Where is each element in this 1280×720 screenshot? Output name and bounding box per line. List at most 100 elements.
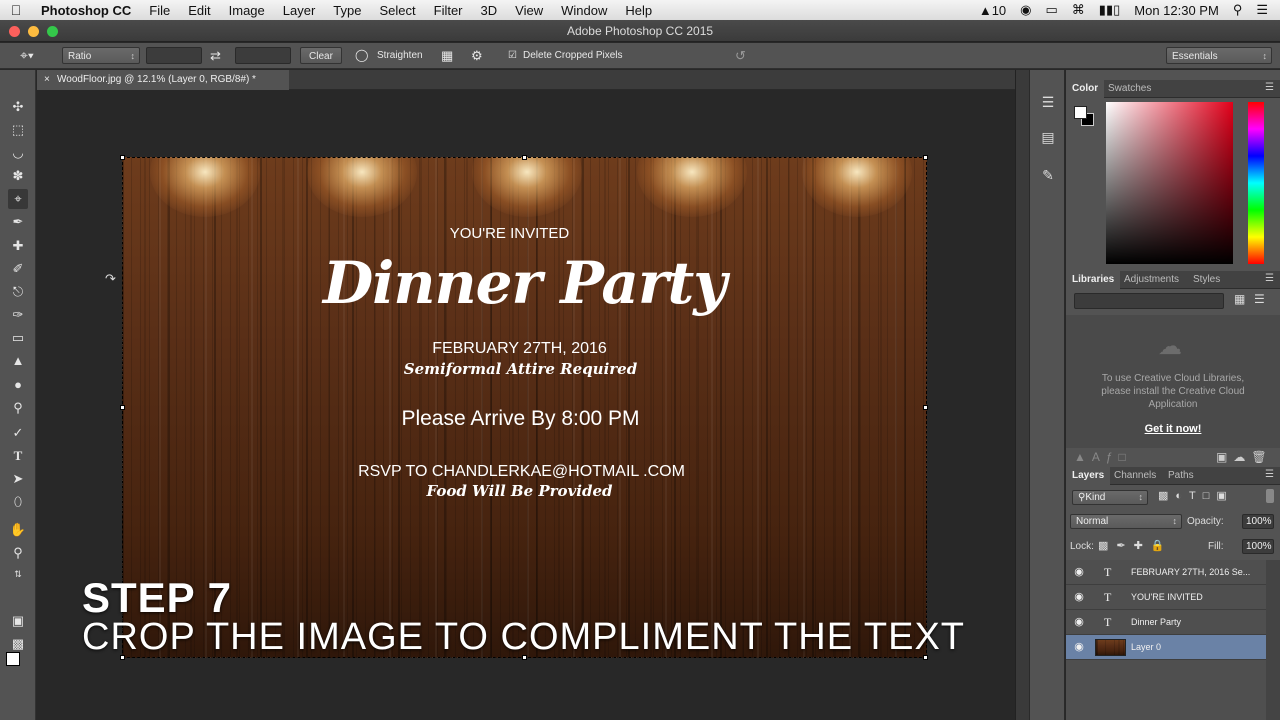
- document-tab[interactable]: × WoodFloor.jpg @ 12.1% (Layer 0, RGB/8#…: [37, 70, 289, 90]
- settings-gear-icon[interactable]: ⚙: [471, 47, 483, 64]
- visibility-eye-icon[interactable]: ◉: [1072, 560, 1086, 585]
- foreground-color-swatch[interactable]: [6, 652, 20, 666]
- reset-crop-icon[interactable]: ↺: [735, 47, 746, 64]
- workspace-dropdown[interactable]: Essentials: [1166, 47, 1272, 65]
- menu-3d[interactable]: 3D: [472, 3, 507, 18]
- adobe-status-icon[interactable]: ▲10: [979, 3, 1006, 18]
- clear-button[interactable]: Clear: [300, 47, 342, 64]
- visibility-eye-icon[interactable]: ◉: [1072, 635, 1086, 660]
- filter-toggle[interactable]: [1266, 489, 1274, 503]
- crop-handle-right[interactable]: [923, 405, 928, 410]
- layers-scrollbar[interactable]: [1266, 560, 1280, 720]
- crop-bounding-box[interactable]: [122, 157, 927, 658]
- paint-bucket-tool-icon[interactable]: ▲: [8, 351, 28, 371]
- lock-option-icons[interactable]: ▩✒✚🔒: [1098, 539, 1173, 552]
- tab-swatches[interactable]: Swatches: [1102, 80, 1157, 98]
- minimize-window-button[interactable]: [28, 26, 39, 37]
- notification-center-icon[interactable]: ☰: [1256, 2, 1268, 18]
- crop-tool-icon[interactable]: ⌖: [8, 189, 28, 209]
- crop-tool-preset-icon[interactable]: ⌖▾: [20, 47, 34, 64]
- menu-filter[interactable]: Filter: [425, 3, 472, 18]
- tab-channels[interactable]: Channels: [1108, 467, 1162, 485]
- get-it-now-link[interactable]: Get it now!: [1066, 423, 1280, 435]
- stamp-tool-icon[interactable]: ⎋: [8, 282, 28, 302]
- tab-color[interactable]: Color: [1066, 80, 1105, 98]
- panel-collapse-strip[interactable]: [1015, 70, 1029, 720]
- menu-app-name[interactable]: Photoshop CC: [32, 3, 140, 18]
- eyedropper-tool-icon[interactable]: ✒: [8, 212, 28, 232]
- library-select[interactable]: [1074, 293, 1224, 309]
- visibility-eye-icon[interactable]: ◉: [1072, 610, 1086, 635]
- swap-colors-icon[interactable]: ⇅: [8, 564, 28, 584]
- hue-slider[interactable]: [1248, 102, 1264, 264]
- layer-filter-icons[interactable]: ▩◐T□▣: [1158, 489, 1234, 502]
- wifi-icon[interactable]: ⌘: [1072, 2, 1085, 18]
- pen-tool-icon[interactable]: ✓: [8, 423, 28, 443]
- fill-input[interactable]: 100%: [1242, 539, 1274, 554]
- overlay-grid-icon[interactable]: ▦: [441, 47, 453, 64]
- list-view-icon[interactable]: ☰: [1254, 292, 1265, 306]
- menu-image[interactable]: Image: [220, 3, 274, 18]
- straighten-label[interactable]: Straighten: [377, 47, 423, 64]
- screen-mode-icon[interactable]: ▩: [8, 634, 28, 654]
- crop-handle-left[interactable]: [120, 405, 125, 410]
- close-window-button[interactable]: [9, 26, 20, 37]
- properties-panel-icon[interactable]: ▤: [1038, 127, 1058, 147]
- zoom-window-button[interactable]: [47, 26, 58, 37]
- lasso-tool-icon[interactable]: ◡: [8, 143, 28, 163]
- quick-mask-icon[interactable]: ▣: [8, 611, 28, 631]
- history-brush-tool-icon[interactable]: ✑: [8, 305, 28, 325]
- menu-view[interactable]: View: [506, 3, 552, 18]
- quick-select-tool-icon[interactable]: ✽: [8, 166, 28, 186]
- panel-menu-icon[interactable]: ☰: [1265, 469, 1274, 480]
- clock[interactable]: Mon 12:30 PM: [1134, 3, 1219, 18]
- tab-adjustments[interactable]: Adjustments: [1118, 271, 1185, 289]
- tab-styles[interactable]: Styles: [1187, 271, 1226, 289]
- library-add-icons[interactable]: ▲Aƒ□: [1074, 450, 1132, 464]
- tab-paths[interactable]: Paths: [1162, 467, 1200, 485]
- filter-kind-dropdown[interactable]: ⚲Kind: [1072, 490, 1148, 505]
- healing-brush-tool-icon[interactable]: ✚: [8, 236, 28, 256]
- straighten-icon[interactable]: ◯: [355, 47, 368, 64]
- menu-select[interactable]: Select: [370, 3, 424, 18]
- menu-layer[interactable]: Layer: [274, 3, 325, 18]
- menu-edit[interactable]: Edit: [179, 3, 219, 18]
- brush-presets-panel-icon[interactable]: ✎: [1038, 165, 1058, 185]
- type-tool-icon[interactable]: T: [8, 446, 28, 466]
- crop-handle-top-right[interactable]: [923, 155, 928, 160]
- blend-mode-dropdown[interactable]: Normal: [1070, 514, 1182, 529]
- marquee-tool-icon[interactable]: ⬚: [8, 120, 28, 140]
- tab-libraries[interactable]: Libraries: [1066, 271, 1121, 289]
- menu-help[interactable]: Help: [616, 3, 661, 18]
- visibility-eye-icon[interactable]: ◉: [1072, 585, 1086, 610]
- apple-menu-icon[interactable]: : [0, 2, 32, 18]
- menu-type[interactable]: Type: [324, 3, 370, 18]
- menu-file[interactable]: File: [140, 3, 179, 18]
- ratio-height-input[interactable]: [235, 47, 291, 64]
- library-action-icons[interactable]: ▣☁🗑: [1216, 450, 1273, 464]
- crop-handle-top[interactable]: [522, 155, 527, 160]
- hand-tool-icon[interactable]: ✋: [8, 520, 28, 540]
- airplay-icon[interactable]: ▭: [1046, 2, 1058, 18]
- history-panel-icon[interactable]: ☰: [1038, 92, 1058, 112]
- layer-row-selected[interactable]: ◉ Layer 0: [1066, 635, 1266, 660]
- layer-row[interactable]: ◉ T YOU'RE INVITED: [1066, 585, 1266, 610]
- spotlight-icon[interactable]: ⚲: [1233, 2, 1243, 18]
- swap-icon[interactable]: ⇄: [210, 47, 221, 64]
- close-tab-icon[interactable]: ×: [44, 70, 50, 90]
- fg-color-chip[interactable]: [1074, 106, 1087, 119]
- ratio-dropdown[interactable]: Ratio: [62, 47, 140, 65]
- color-field[interactable]: [1106, 102, 1233, 264]
- delete-cropped-checkbox[interactable]: ☑: [508, 47, 517, 64]
- path-selection-tool-icon[interactable]: ➤: [8, 469, 28, 489]
- blur-tool-icon[interactable]: ●: [8, 375, 28, 395]
- tab-layers[interactable]: Layers: [1066, 467, 1111, 485]
- panel-menu-icon[interactable]: ☰: [1265, 273, 1274, 284]
- menu-window[interactable]: Window: [552, 3, 616, 18]
- grid-view-icon[interactable]: ▦: [1234, 292, 1245, 306]
- layer-row[interactable]: ◉ T FEBRUARY 27TH, 2016 Se...: [1066, 560, 1266, 585]
- dodge-tool-icon[interactable]: ⚲: [8, 398, 28, 418]
- opacity-input[interactable]: 100%: [1242, 514, 1274, 529]
- eraser-tool-icon[interactable]: ▭: [8, 328, 28, 348]
- move-tool-icon[interactable]: ✣: [8, 97, 28, 117]
